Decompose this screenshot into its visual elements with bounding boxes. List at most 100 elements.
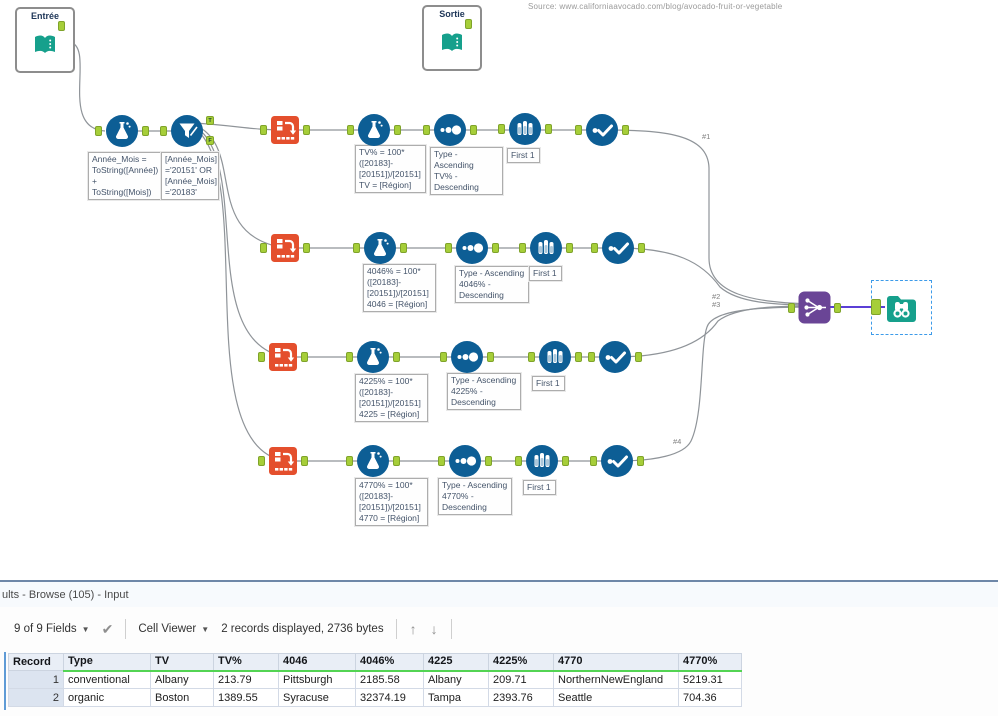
sort-annotation[interactable]: Type - Ascending 4770% - Descending <box>438 478 512 515</box>
formula-tool-icon[interactable] <box>356 340 390 374</box>
input-anchor[interactable] <box>260 243 267 253</box>
sample-tool[interactable] <box>528 340 582 379</box>
filter-true-anchor[interactable]: T <box>206 116 214 125</box>
formula-tool-icon[interactable] <box>363 231 397 265</box>
table-cell[interactable]: Syracuse <box>278 688 356 707</box>
sample-tool[interactable] <box>515 444 569 483</box>
table-cell[interactable]: Pittsburgh <box>278 670 356 689</box>
output-anchor[interactable] <box>303 125 310 135</box>
column-header[interactable]: Record <box>8 653 64 671</box>
input-anchor[interactable] <box>528 352 535 362</box>
sample-tool[interactable] <box>519 231 573 270</box>
column-header[interactable]: 4046% <box>355 653 424 672</box>
input-anchor[interactable] <box>498 124 505 134</box>
sort-tool[interactable] <box>440 340 494 379</box>
table-cell[interactable]: 5219.31 <box>678 670 742 689</box>
input-anchor[interactable] <box>438 456 445 466</box>
unique-tool[interactable] <box>575 112 629 152</box>
input-anchor[interactable] <box>788 303 795 313</box>
formula-annotation[interactable]: 4225% = 100* ([20183]- [20151])/[20151] … <box>355 374 428 422</box>
union-tool-icon[interactable] <box>797 290 832 325</box>
input-anchor[interactable] <box>260 125 267 135</box>
table-cell[interactable]: 1389.55 <box>213 688 279 707</box>
browse-tool-icon[interactable] <box>883 289 920 326</box>
arrow-down-icon[interactable]: ↓ <box>424 621 445 637</box>
input-anchor[interactable] <box>258 352 265 362</box>
sort-tool[interactable] <box>438 444 492 483</box>
output-anchor[interactable] <box>575 352 582 362</box>
sample-tool-icon[interactable] <box>538 340 572 374</box>
sort-tool-icon[interactable] <box>455 231 489 265</box>
crosstab-tool[interactable] <box>260 232 310 268</box>
output-data-icon[interactable] <box>439 29 465 55</box>
input-anchor[interactable] <box>440 352 447 362</box>
input-anchor[interactable] <box>423 125 430 135</box>
output-anchor[interactable] <box>485 456 492 466</box>
input-anchor[interactable] <box>588 352 595 362</box>
input-anchor[interactable] <box>347 125 354 135</box>
output-anchor[interactable] <box>545 124 552 134</box>
formula-tool[interactable] <box>346 444 400 483</box>
crosstab-tool[interactable] <box>258 445 308 481</box>
input-anchor[interactable] <box>590 456 597 466</box>
column-header[interactable]: TV% <box>213 653 279 672</box>
output-container[interactable]: Sortie <box>422 5 482 71</box>
output-anchor[interactable] <box>142 126 149 136</box>
formula-tool-icon[interactable] <box>357 113 391 147</box>
crosstab-tool-icon[interactable] <box>269 114 301 146</box>
output-anchor[interactable] <box>637 456 644 466</box>
output-anchor[interactable] <box>638 243 645 253</box>
record-number-cell[interactable]: 2 <box>8 688 64 707</box>
output-anchor[interactable] <box>470 125 477 135</box>
table-cell[interactable]: 32374.19 <box>355 688 424 707</box>
crosstab-tool-icon[interactable] <box>267 341 299 373</box>
formula-tool-icon[interactable] <box>356 444 390 478</box>
sort-tool-icon[interactable] <box>433 113 467 147</box>
unique-tool[interactable] <box>590 443 644 483</box>
formula-tool[interactable] <box>353 231 407 270</box>
output-anchor[interactable] <box>393 456 400 466</box>
unique-tool[interactable] <box>591 230 645 270</box>
table-cell[interactable]: 2185.58 <box>355 670 424 689</box>
table-cell[interactable]: Boston <box>150 688 214 707</box>
sort-tool[interactable] <box>445 231 499 270</box>
column-header[interactable]: 4770% <box>678 653 742 672</box>
formula-tool-icon[interactable] <box>105 114 139 148</box>
input-anchor[interactable] <box>515 456 522 466</box>
sample-tool-icon[interactable] <box>525 444 559 478</box>
table-row[interactable]: 2 organic Boston 1389.55 Syracuse 32374.… <box>8 688 742 707</box>
input-anchor[interactable] <box>258 456 265 466</box>
formula-annotation[interactable]: 4770% = 100* ([20183]- [20151])/[20151] … <box>355 478 428 526</box>
output-anchor[interactable] <box>394 125 401 135</box>
sort-tool-icon[interactable] <box>450 340 484 374</box>
input-anchor[interactable] <box>871 299 881 315</box>
input-anchor[interactable] <box>160 126 167 136</box>
column-header[interactable]: 4225% <box>488 653 554 672</box>
output-anchor[interactable] <box>487 352 494 362</box>
output-anchor[interactable] <box>562 456 569 466</box>
output-anchor[interactable] <box>492 243 499 253</box>
output-anchor[interactable] <box>622 125 629 135</box>
crosstab-tool[interactable] <box>260 114 310 150</box>
output-anchor[interactable] <box>58 21 65 31</box>
input-anchor[interactable] <box>575 125 582 135</box>
formula-tool[interactable] <box>95 114 149 153</box>
unique-tool-icon[interactable] <box>599 443 635 479</box>
sample-tool-icon[interactable] <box>508 112 542 146</box>
table-cell[interactable]: Tampa <box>423 688 489 707</box>
table-cell[interactable]: 209.71 <box>488 670 554 689</box>
table-cell[interactable]: conventional <box>63 670 151 689</box>
output-anchor[interactable] <box>566 243 573 253</box>
cell-viewer-dropdown[interactable]: Cell Viewer ▼ <box>132 619 215 639</box>
input-anchor[interactable] <box>519 243 526 253</box>
crosstab-tool[interactable] <box>258 341 308 377</box>
filter-false-anchor[interactable]: F <box>206 136 214 145</box>
filter-tool[interactable]: T F <box>160 114 214 153</box>
table-cell[interactable]: organic <box>63 688 151 707</box>
input-anchor[interactable] <box>346 352 353 362</box>
crosstab-tool-icon[interactable] <box>269 232 301 264</box>
unique-tool-icon[interactable] <box>584 112 620 148</box>
sort-annotation[interactable]: Type - Ascending TV% - Descending <box>430 147 503 195</box>
column-header[interactable]: 4225 <box>423 653 489 672</box>
arrow-up-icon[interactable]: ↑ <box>403 621 424 637</box>
